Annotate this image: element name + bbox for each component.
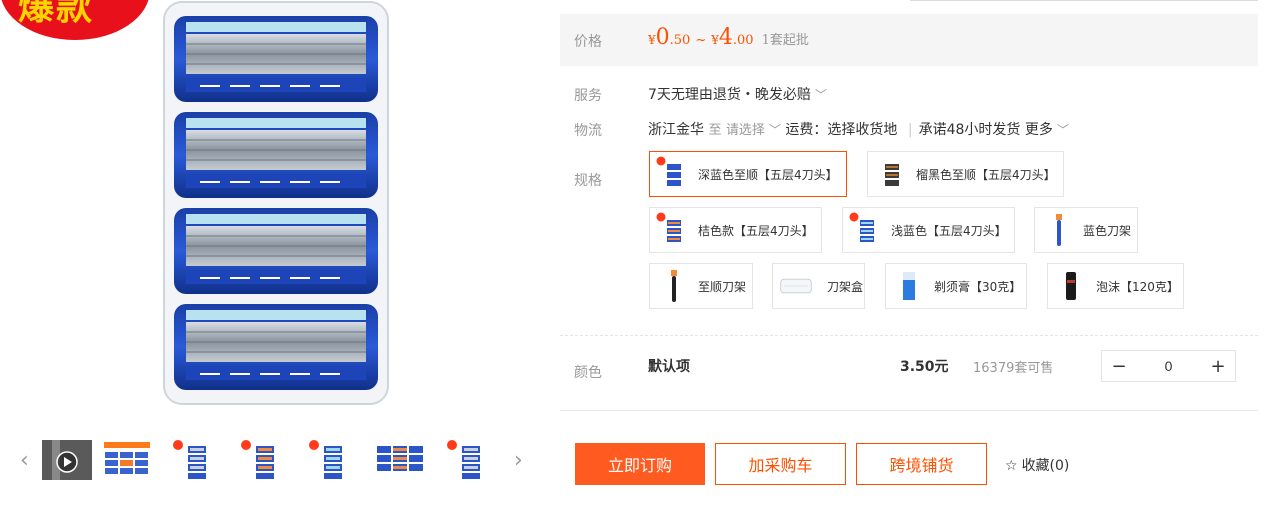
spec-option-shave-cream[interactable]: 剃须膏【30克】: [885, 263, 1027, 309]
color-item-price: 3.50元: [900, 359, 949, 375]
blue-cartridges-thumb[interactable]: [170, 440, 220, 480]
add-to-cart-button[interactable]: 加采购车: [715, 443, 846, 485]
favorite-button[interactable]: ☆ 收藏(0): [1005, 455, 1069, 475]
top-divider: [910, 0, 1258, 1]
min-order: 1套起批: [761, 33, 809, 48]
cartridge-icon: [874, 156, 908, 192]
main-product-image[interactable]: [160, 0, 392, 408]
destination-select[interactable]: 请选择: [726, 123, 765, 138]
quantity-input[interactable]: [1136, 351, 1201, 381]
razor-handle-icon: [656, 268, 690, 304]
promo-badge-text: 爆款: [18, 0, 95, 28]
spec-option-foam[interactable]: 泡沫【120克】: [1047, 263, 1184, 309]
product-detail-page: 爆款 ‹ › 价格 ¥0.50 ~ ¥4.00 1套起批 服务 7天无理由退货・…: [0, 0, 1280, 522]
more-link[interactable]: 更多: [1025, 122, 1053, 138]
razor-handle-icon: [1041, 212, 1075, 248]
spec-divider: [560, 335, 1258, 336]
spec-option-blue-handle[interactable]: 蓝色刀架: [1034, 207, 1138, 253]
star-outline-icon: ☆: [1005, 458, 1018, 474]
color-item-name: 默认项: [648, 359, 690, 375]
chevron-down-icon[interactable]: ﹀: [769, 123, 781, 137]
service-label: 服务: [574, 88, 602, 104]
spec-option-light-blue[interactable]: 浅蓝色【五层4刀头】: [842, 207, 1015, 253]
spec-option-orange[interactable]: 桔色款【五层4刀头】: [649, 207, 822, 253]
mixed-cartridges-thumb[interactable]: [375, 440, 425, 480]
cartridge-icon: [656, 212, 690, 248]
chevron-down-icon[interactable]: ﹀: [1057, 123, 1069, 137]
price-label: 价格: [574, 34, 602, 50]
chevron-down-icon: ﹀: [814, 88, 827, 102]
promo-badge: 爆款: [0, 0, 150, 40]
price-range: ¥0.50 ~ ¥4.00 1套起批: [648, 25, 809, 50]
cream-tube-icon: [892, 268, 926, 304]
factory-banner-thumb[interactable]: [102, 440, 152, 480]
blue-cartridges-thumb-3[interactable]: [444, 440, 494, 480]
case-icon: [779, 268, 819, 304]
spec-option-dark-blue[interactable]: 深蓝色至顺【五层4刀头】: [649, 151, 847, 197]
spec-option-black[interactable]: 榴黑色至顺【五层4刀头】: [867, 151, 1064, 197]
orange-cartridges-thumb[interactable]: [238, 440, 288, 480]
spec-option-handle[interactable]: 至顺刀架: [649, 263, 753, 309]
thumbnail-strip: ‹ ›: [20, 440, 535, 480]
chevron-left-icon[interactable]: ‹: [20, 448, 29, 473]
shipping-fee: 运费：选择收货地: [785, 122, 898, 138]
logistics-value: 浙江金华 至 请选择 ﹀ 运费：选择收货地 | 承诺48小时发货 更多 ﹀: [648, 122, 1069, 138]
decrement-button[interactable]: −: [1102, 351, 1136, 381]
price-bar: 价格 ¥0.50 ~ ¥4.00 1套起批: [560, 14, 1258, 66]
ship-promise: 承诺48小时发货: [918, 122, 1021, 138]
color-item-stock: 16379套可售: [973, 361, 1054, 376]
cross-border-button[interactable]: 跨境铺货: [856, 443, 987, 485]
spec-label: 规格: [574, 173, 602, 189]
foam-can-icon: [1054, 268, 1088, 304]
spec-option-handle-case[interactable]: 刀架盒: [772, 263, 865, 309]
cartridge-icon: [656, 156, 690, 192]
service-value[interactable]: 7天无理由退货・晚发必赔 ﹀: [648, 84, 827, 104]
chevron-right-icon[interactable]: ›: [514, 448, 523, 473]
purchase-panel: 价格 ¥0.50 ~ ¥4.00 1套起批 服务 7天无理由退货・晚发必赔 ﹀ 物流 浙…: [560, 0, 1258, 522]
logistics-label: 物流: [574, 123, 602, 139]
color-label: 颜色: [574, 365, 602, 381]
video-thumb[interactable]: [42, 440, 92, 480]
buy-now-button[interactable]: 立即订购: [575, 443, 705, 485]
quantity-stepper: − +: [1101, 350, 1236, 382]
cartridge-icon: [849, 212, 883, 248]
product-gallery: 爆款 ‹ ›: [0, 0, 545, 522]
color-divider: [560, 410, 1258, 411]
blue-cartridges-thumb-2[interactable]: [306, 440, 356, 480]
increment-button[interactable]: +: [1201, 351, 1235, 381]
ship-from: 浙江金华: [648, 122, 704, 138]
